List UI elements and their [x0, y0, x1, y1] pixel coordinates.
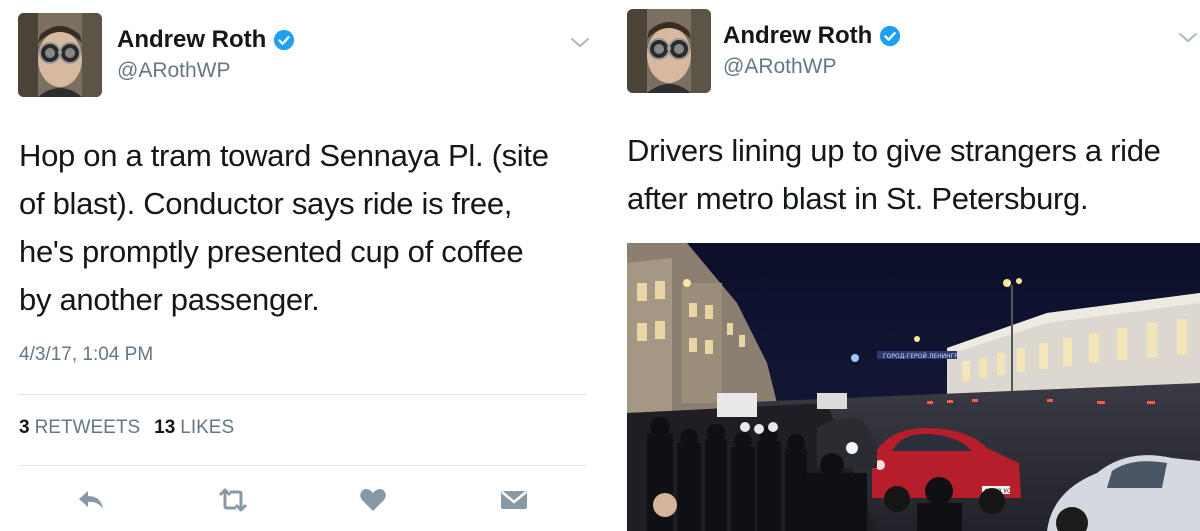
divider: [19, 394, 587, 395]
author-name[interactable]: Andrew Roth: [117, 26, 266, 54]
tweet-text-line: of blast). Conductor says ride is free,: [19, 186, 513, 221]
like-button[interactable]: [353, 482, 393, 518]
tweet-text-line: he's promptly presented cup of coffee: [19, 234, 524, 269]
author-handle[interactable]: @ARothWP: [117, 59, 231, 83]
direct-message-button[interactable]: [494, 482, 534, 518]
author-row: Andrew Roth: [723, 22, 901, 50]
author-row: Andrew Roth: [117, 26, 295, 54]
likes-label: LIKES: [180, 417, 235, 438]
likes-stat[interactable]: 13 LIKES: [154, 417, 234, 439]
retweets-count: 3: [19, 417, 30, 438]
building-sign: ГОРОД-ГЕРОЙ ЛЕНИНГРАД: [883, 353, 967, 360]
avatar[interactable]: [18, 13, 102, 97]
likes-count: 13: [154, 417, 176, 438]
engagement-stats: 3 RETWEETS 13 LIKES: [19, 417, 248, 439]
tweet-left: Andrew Roth @ARothWP Hop on a tram towar…: [0, 0, 605, 531]
retweet-icon: [218, 488, 248, 512]
like-icon: [360, 489, 386, 511]
chevron-down-icon[interactable]: [1177, 31, 1199, 45]
author-name[interactable]: Andrew Roth: [723, 22, 872, 50]
reply-button[interactable]: [71, 482, 111, 518]
retweets-stat[interactable]: 3 RETWEETS: [19, 417, 140, 439]
reply-icon: [79, 491, 103, 509]
tweet-right: Andrew Roth @ARothWP Drivers lining up t…: [605, 0, 1200, 531]
tweet-text-line: by another passenger.: [19, 282, 320, 317]
timestamp[interactable]: 4/3/17, 1:04 PM: [19, 344, 153, 366]
retweet-button[interactable]: [213, 482, 253, 518]
tweet-text-line: Hop on a tram toward Sennaya Pl. (site: [19, 138, 549, 173]
tweet-actions: [0, 482, 605, 522]
verified-badge-icon: [880, 25, 901, 47]
author-handle[interactable]: @ARothWP: [723, 55, 837, 79]
tweet-text: Hop on a tram toward Sennaya Pl. (site o…: [19, 132, 594, 324]
tweet-text-line: after metro blast in St. Petersburg.: [627, 181, 1089, 216]
verified-badge-icon: [274, 29, 295, 51]
divider: [19, 465, 587, 466]
retweets-label: RETWEETS: [34, 417, 141, 438]
tweet-text-line: Drivers lining up to give strangers a ri…: [627, 133, 1161, 168]
direct-message-icon: [501, 491, 527, 509]
avatar[interactable]: [627, 9, 711, 93]
chevron-down-icon[interactable]: [569, 36, 591, 50]
tweet-photo[interactable]: ГОРОД-ГЕРОЙ ЛЕНИНГРАД УС: [627, 243, 1200, 531]
tweet-text: Drivers lining up to give strangers a ri…: [627, 127, 1197, 223]
